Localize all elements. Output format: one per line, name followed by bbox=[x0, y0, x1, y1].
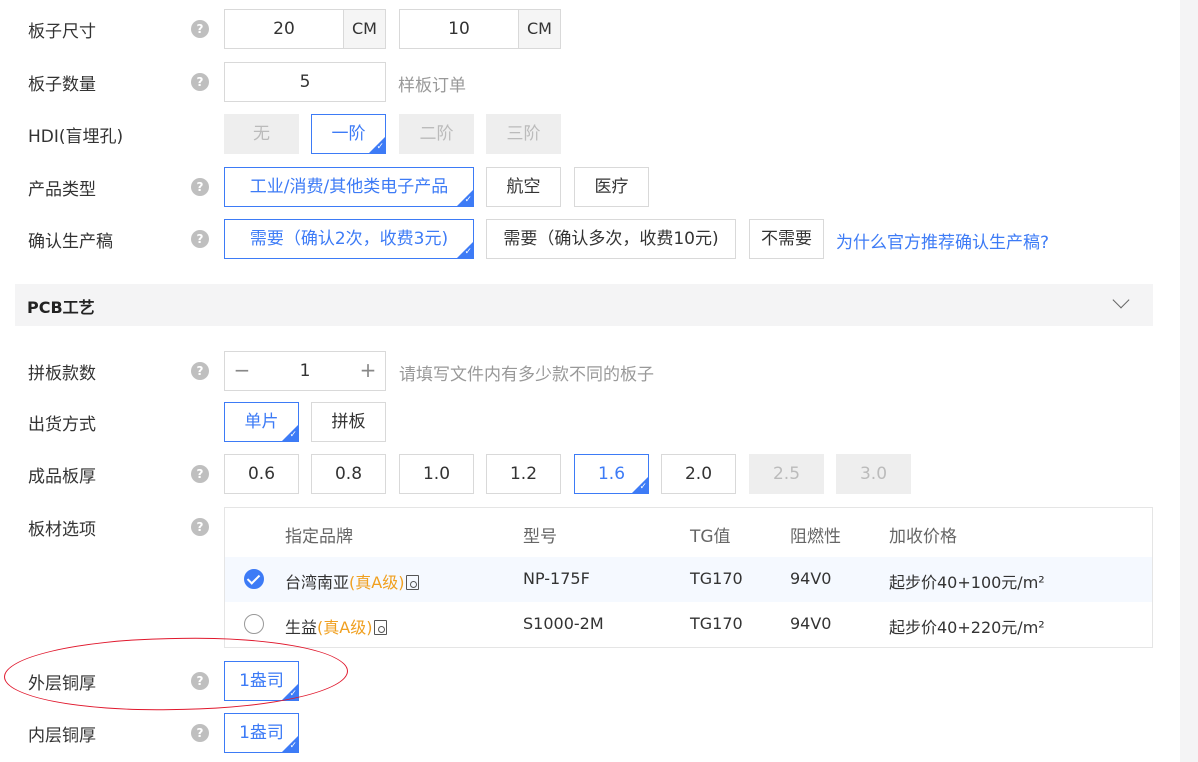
minus-icon[interactable]: − bbox=[225, 352, 259, 390]
row-product-type: 产品类型 ? 工业/消费/其他类电子产品 航空 医疗 bbox=[0, 167, 1160, 207]
confirm-option-none[interactable]: 不需要 bbox=[749, 219, 824, 259]
board-qty-value: 5 bbox=[299, 72, 311, 92]
ship-label: 出货方式 bbox=[28, 415, 96, 435]
ship-option-panel[interactable]: 拼板 bbox=[311, 402, 386, 442]
hdi-option-3[interactable]: 三阶 bbox=[486, 114, 561, 154]
confirm-why-link[interactable]: 为什么官方推荐确认生产稿? bbox=[836, 228, 1049, 253]
row-board-size: 板子尺寸 ? 20 CM 10 CM bbox=[0, 9, 1160, 49]
thickness-option-3-0[interactable]: 3.0 bbox=[836, 454, 911, 494]
material-brand: 台湾南亚(真A级) bbox=[285, 569, 420, 593]
thickness-option-1-2[interactable]: 1.2 bbox=[486, 454, 561, 494]
material-price: 起步价40+100元/m² bbox=[889, 573, 1045, 592]
help-icon[interactable]: ? bbox=[191, 230, 209, 248]
confirm-label: 确认生产稿 bbox=[28, 232, 113, 252]
panel-count-stepper[interactable]: − 1 + bbox=[224, 351, 386, 391]
row-thickness: 成品板厚 ? 0.6 0.8 1.0 1.2 1.6 2.0 2.5 3.0 bbox=[0, 454, 1160, 494]
row-confirm: 确认生产稿 ? 需要（确认2次，收费3元) 需要（确认多次，收费10元) 不需要… bbox=[0, 219, 1160, 259]
board-width-input[interactable]: 20 CM bbox=[224, 9, 386, 49]
material-tg: TG170 bbox=[690, 569, 743, 588]
board-width-value: 20 bbox=[273, 19, 295, 39]
annotation-circle bbox=[3, 635, 349, 713]
board-height-unit: CM bbox=[518, 10, 560, 48]
thickness-option-2-5[interactable]: 2.5 bbox=[749, 454, 824, 494]
board-size-label: 板子尺寸 bbox=[28, 22, 96, 42]
radio-unchecked[interactable] bbox=[244, 614, 264, 634]
thickness-label: 成品板厚 bbox=[28, 467, 96, 487]
board-qty-input[interactable]: 5 bbox=[224, 62, 386, 102]
row-hdi: HDI(盲埋孔) 无 一阶 二阶 三阶 bbox=[0, 114, 1160, 154]
plus-icon[interactable]: + bbox=[351, 352, 385, 390]
confirm-option-2x[interactable]: 需要（确认2次，收费3元) bbox=[224, 219, 474, 259]
thickness-option-0-6[interactable]: 0.6 bbox=[224, 454, 299, 494]
inner-copper-option-1oz[interactable]: 1盎司 bbox=[224, 713, 299, 753]
help-icon[interactable]: ? bbox=[191, 178, 209, 196]
right-scroll-track bbox=[1180, 0, 1198, 762]
material-model: NP-175F bbox=[523, 569, 590, 588]
material-header-tg: TG值 bbox=[690, 527, 731, 547]
thickness-option-1-6[interactable]: 1.6 bbox=[574, 454, 649, 494]
material-header-price: 加收价格 bbox=[889, 527, 957, 547]
board-height-value: 10 bbox=[448, 19, 470, 39]
help-icon[interactable]: ? bbox=[191, 362, 209, 380]
product-type-industrial[interactable]: 工业/消费/其他类电子产品 bbox=[224, 167, 474, 207]
board-qty-hint: 样板订单 bbox=[398, 76, 466, 96]
ship-option-single[interactable]: 单片 bbox=[224, 402, 299, 442]
table-row[interactable]: 生益(真A级) S1000-2M TG170 94V0 起步价40+220元/m… bbox=[225, 602, 1152, 647]
material-flame: 94V0 bbox=[790, 569, 832, 588]
board-qty-label: 板子数量 bbox=[28, 75, 96, 95]
product-type-label: 产品类型 bbox=[28, 180, 96, 200]
brand-name: 生益 bbox=[285, 618, 318, 637]
help-icon[interactable]: ? bbox=[191, 465, 209, 483]
section-title: PCB工艺 bbox=[27, 298, 95, 317]
material-header-flame: 阻燃性 bbox=[790, 527, 841, 547]
thickness-option-1-0[interactable]: 1.0 bbox=[399, 454, 474, 494]
material-flame: 94V0 bbox=[790, 614, 832, 633]
table-row[interactable]: 台湾南亚(真A级) NP-175F TG170 94V0 起步价40+100元/… bbox=[225, 557, 1152, 602]
row-panel-count: 拼板款数 ? − 1 + 请填写文件内有多少款不同的板子 bbox=[0, 351, 1160, 391]
product-type-medical[interactable]: 医疗 bbox=[574, 167, 649, 207]
board-width-unit: CM bbox=[343, 10, 385, 48]
material-model: S1000-2M bbox=[523, 614, 604, 633]
material-price: 起步价40+220元/m² bbox=[889, 618, 1045, 637]
board-height-input[interactable]: 10 CM bbox=[399, 9, 561, 49]
confirm-option-multi[interactable]: 需要（确认多次，收费10元) bbox=[486, 219, 736, 259]
material-label: 板材选项 bbox=[28, 520, 96, 540]
row-inner-copper: 内层铜厚 ? 1盎司 bbox=[0, 713, 1160, 753]
panel-count-value[interactable]: 1 bbox=[259, 352, 351, 390]
chevron-down-icon[interactable] bbox=[1112, 291, 1130, 309]
help-icon[interactable]: ? bbox=[191, 724, 209, 742]
hdi-option-1[interactable]: 一阶 bbox=[311, 114, 386, 154]
row-ship: 出货方式 单片 拼板 bbox=[0, 402, 1160, 442]
section-pcb-process[interactable]: PCB工艺 bbox=[15, 284, 1153, 326]
pdf-icon[interactable] bbox=[374, 620, 388, 635]
help-icon[interactable]: ? bbox=[191, 73, 209, 91]
help-icon[interactable]: ? bbox=[191, 20, 209, 38]
product-type-aviation[interactable]: 航空 bbox=[486, 167, 561, 207]
material-table: 指定品牌 型号 TG值 阻燃性 加收价格 台湾南亚(真A级) NP-175F T… bbox=[224, 507, 1153, 648]
row-board-qty: 板子数量 ? 5 样板订单 bbox=[0, 62, 1160, 102]
material-header-brand: 指定品牌 bbox=[285, 527, 353, 547]
panel-count-label: 拼板款数 bbox=[28, 364, 96, 384]
material-header-model: 型号 bbox=[523, 527, 557, 547]
hdi-label: HDI(盲埋孔) bbox=[28, 127, 124, 147]
help-icon[interactable]: ? bbox=[191, 518, 209, 536]
hdi-option-none[interactable]: 无 bbox=[224, 114, 299, 154]
inner-copper-label: 内层铜厚 bbox=[28, 726, 96, 746]
radio-checked[interactable] bbox=[244, 569, 264, 589]
grade-badge: (真A级) bbox=[349, 573, 405, 592]
grade-badge: (真A级) bbox=[317, 618, 373, 637]
material-tg: TG170 bbox=[690, 614, 743, 633]
panel-count-hint: 请填写文件内有多少款不同的板子 bbox=[399, 365, 654, 385]
hdi-option-2[interactable]: 二阶 bbox=[399, 114, 474, 154]
material-brand: 生益(真A级) bbox=[285, 614, 388, 638]
thickness-option-2-0[interactable]: 2.0 bbox=[661, 454, 736, 494]
pdf-icon[interactable] bbox=[406, 575, 420, 590]
thickness-option-0-8[interactable]: 0.8 bbox=[311, 454, 386, 494]
brand-name: 台湾南亚 bbox=[285, 573, 350, 592]
